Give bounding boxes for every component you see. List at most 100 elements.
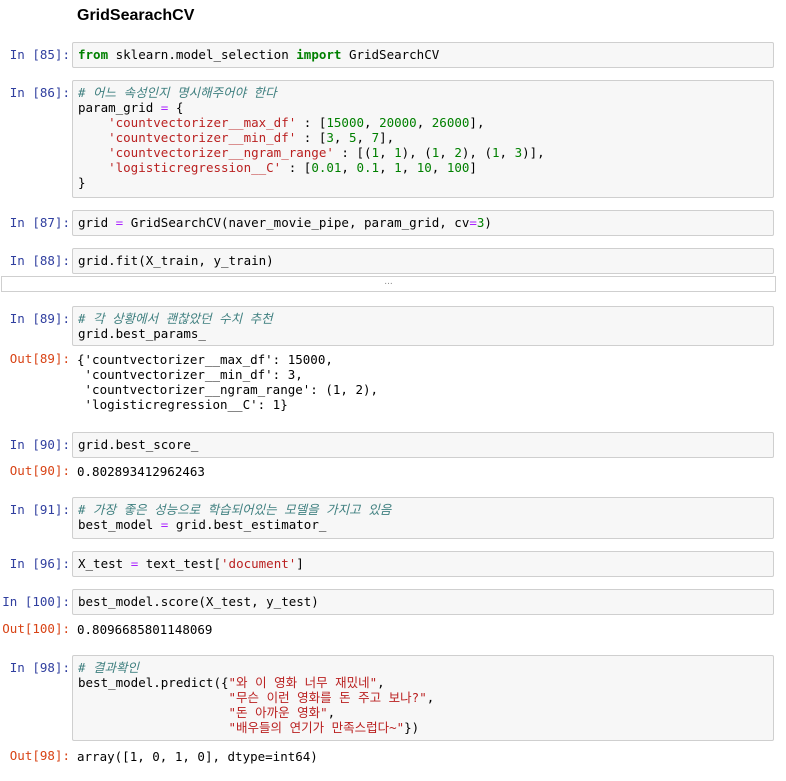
code-text: best_model.predict({ <box>78 675 229 690</box>
code-cell-85[interactable]: from sklearn.model_selection import Grid… <box>72 42 774 68</box>
code-text: , <box>333 130 349 145</box>
output-area-98: array([1, 0, 1, 0], dtype=int64) <box>77 749 318 764</box>
code-cell-86[interactable]: # 어느 속성인지 명시해주어야 한다 param_grid = { 'coun… <box>72 80 774 198</box>
code-text: )], <box>522 145 545 160</box>
code-comment: # 가장 좋은 성능으로 학습되어있는 모델을 가지고 있음 <box>78 502 392 517</box>
code-text: sklearn.model_selection <box>108 47 297 62</box>
code-text: ], <box>469 115 485 130</box>
code-text: : [ <box>296 115 327 130</box>
code-text: }) <box>404 720 420 735</box>
output-area-89: {'countvectorizer__max_df': 15000, 'coun… <box>77 352 378 412</box>
string-literal: 'countvectorizer__max_df' <box>108 115 297 130</box>
input-prompt-89: In [89]: <box>9 311 70 326</box>
code-text: , <box>364 115 380 130</box>
code-text: : [( <box>333 145 372 160</box>
code-text: ], <box>379 130 395 145</box>
code-text: grid.best_params_ <box>78 326 206 341</box>
input-prompt-91: In [91]: <box>9 502 70 517</box>
code-text: , <box>327 705 336 720</box>
code-text: ), ( <box>401 145 432 160</box>
code-text: , <box>426 690 435 705</box>
collapsed-output-toggle[interactable]: ... <box>1 276 776 292</box>
number-literal: 3 <box>326 130 334 145</box>
input-prompt-90: In [90]: <box>9 437 70 452</box>
input-prompt-98: In [98]: <box>9 660 70 675</box>
string-literal: "와 이 영화 너무 재밌네" <box>228 675 378 690</box>
number-literal: 0.01 <box>311 160 342 175</box>
code-text: } <box>78 175 86 190</box>
code-cell-91[interactable]: # 가장 좋은 성능으로 학습되어있는 모델을 가지고 있음 best_mode… <box>72 497 774 539</box>
code-text: ), ( <box>461 145 492 160</box>
code-text: X_test <box>78 556 131 571</box>
code-text: best_model.score(X_test, y_test) <box>78 594 319 609</box>
output-line: 'countvectorizer__ngram_range': (1, 2), <box>77 382 379 397</box>
string-literal: "돈 아까운 영화" <box>228 705 328 720</box>
number-literal: 5 <box>348 130 357 145</box>
code-text: , <box>499 145 515 160</box>
number-literal: 1 <box>394 145 402 160</box>
output-prompt-89: Out[89]: <box>9 351 70 366</box>
code-cell-96[interactable]: X_test = text_test['document'] <box>72 551 774 577</box>
number-literal: 10 <box>416 160 432 175</box>
code-text: , <box>379 160 395 175</box>
code-comment: # 어느 속성인지 명시해주어야 한다 <box>78 85 277 100</box>
input-prompt-96: In [96]: <box>9 556 70 571</box>
output-line: {'countvectorizer__max_df': 15000, <box>77 352 333 367</box>
number-literal: 26000 <box>431 115 470 130</box>
code-text: GridSearchCV <box>341 47 440 62</box>
string-literal: 'document' <box>221 556 297 571</box>
code-cell-87[interactable]: grid = GridSearchCV(naver_movie_pipe, pa… <box>72 210 774 236</box>
code-text: grid.fit(X_train, y_train) <box>78 253 274 268</box>
input-prompt-100: In [100]: <box>2 594 70 609</box>
code-text: , <box>379 145 395 160</box>
keyword: from <box>78 47 109 62</box>
code-cell-98[interactable]: # 결과확인 best_model.predict({"와 이 영화 너무 재밌… <box>72 655 774 741</box>
code-text: { <box>168 100 184 115</box>
code-text: GridSearchCV(naver_movie_pipe, param_gri… <box>123 215 470 230</box>
code-cell-90[interactable]: grid.best_score_ <box>72 432 774 458</box>
code-text: , <box>439 145 455 160</box>
number-literal: 1 <box>394 160 402 175</box>
input-prompt-86: In [86]: <box>9 85 70 100</box>
keyword: import <box>296 47 342 62</box>
code-text: , <box>416 115 432 130</box>
number-literal: 1 <box>371 145 380 160</box>
operator: = <box>469 215 477 230</box>
string-literal: 'logisticregression__C' <box>108 160 282 175</box>
code-text: , <box>356 130 372 145</box>
code-text: best_model <box>78 517 161 532</box>
input-prompt-87: In [87]: <box>9 215 70 230</box>
output-area-90: 0.802893412962463 <box>77 464 205 479</box>
code-text: grid.best_estimator_ <box>168 517 327 532</box>
number-literal: 20000 <box>379 115 417 130</box>
number-literal: 3 <box>514 145 523 160</box>
output-prompt-90: Out[90]: <box>9 463 70 478</box>
code-cell-100[interactable]: best_model.score(X_test, y_test) <box>72 589 774 615</box>
output-text: array([ <box>77 749 130 764</box>
output-text: ], dtype=int64) <box>204 749 318 764</box>
number-literal: 100 <box>446 160 470 175</box>
notebook-heading: GridSearachCV <box>77 7 195 24</box>
string-literal: "무슨 이런 영화를 돈 주고 보나?" <box>228 690 427 705</box>
output-text: 1, 0, 1, 0 <box>129 749 205 764</box>
code-text: grid <box>78 215 116 230</box>
code-cell-88[interactable]: grid.fit(X_train, y_train) <box>72 248 774 274</box>
code-text: ] <box>469 160 477 175</box>
code-text: , <box>401 160 417 175</box>
code-cell-89[interactable]: # 각 상황에서 괜찮았던 수치 추천 grid.best_params_ <box>72 306 774 346</box>
string-literal: "배우들의 연기가 만족스럽다~" <box>228 720 405 735</box>
code-comment: # 결과확인 <box>78 660 140 675</box>
input-prompt-85: In [85]: <box>9 47 70 62</box>
output-line: 'logisticregression__C': 1} <box>77 397 288 412</box>
output-prompt-98: Out[98]: <box>9 748 70 763</box>
number-literal: 7 <box>371 130 380 145</box>
output-line: 'countvectorizer__min_df': 3, <box>77 367 303 382</box>
number-literal: 0.1 <box>356 160 380 175</box>
